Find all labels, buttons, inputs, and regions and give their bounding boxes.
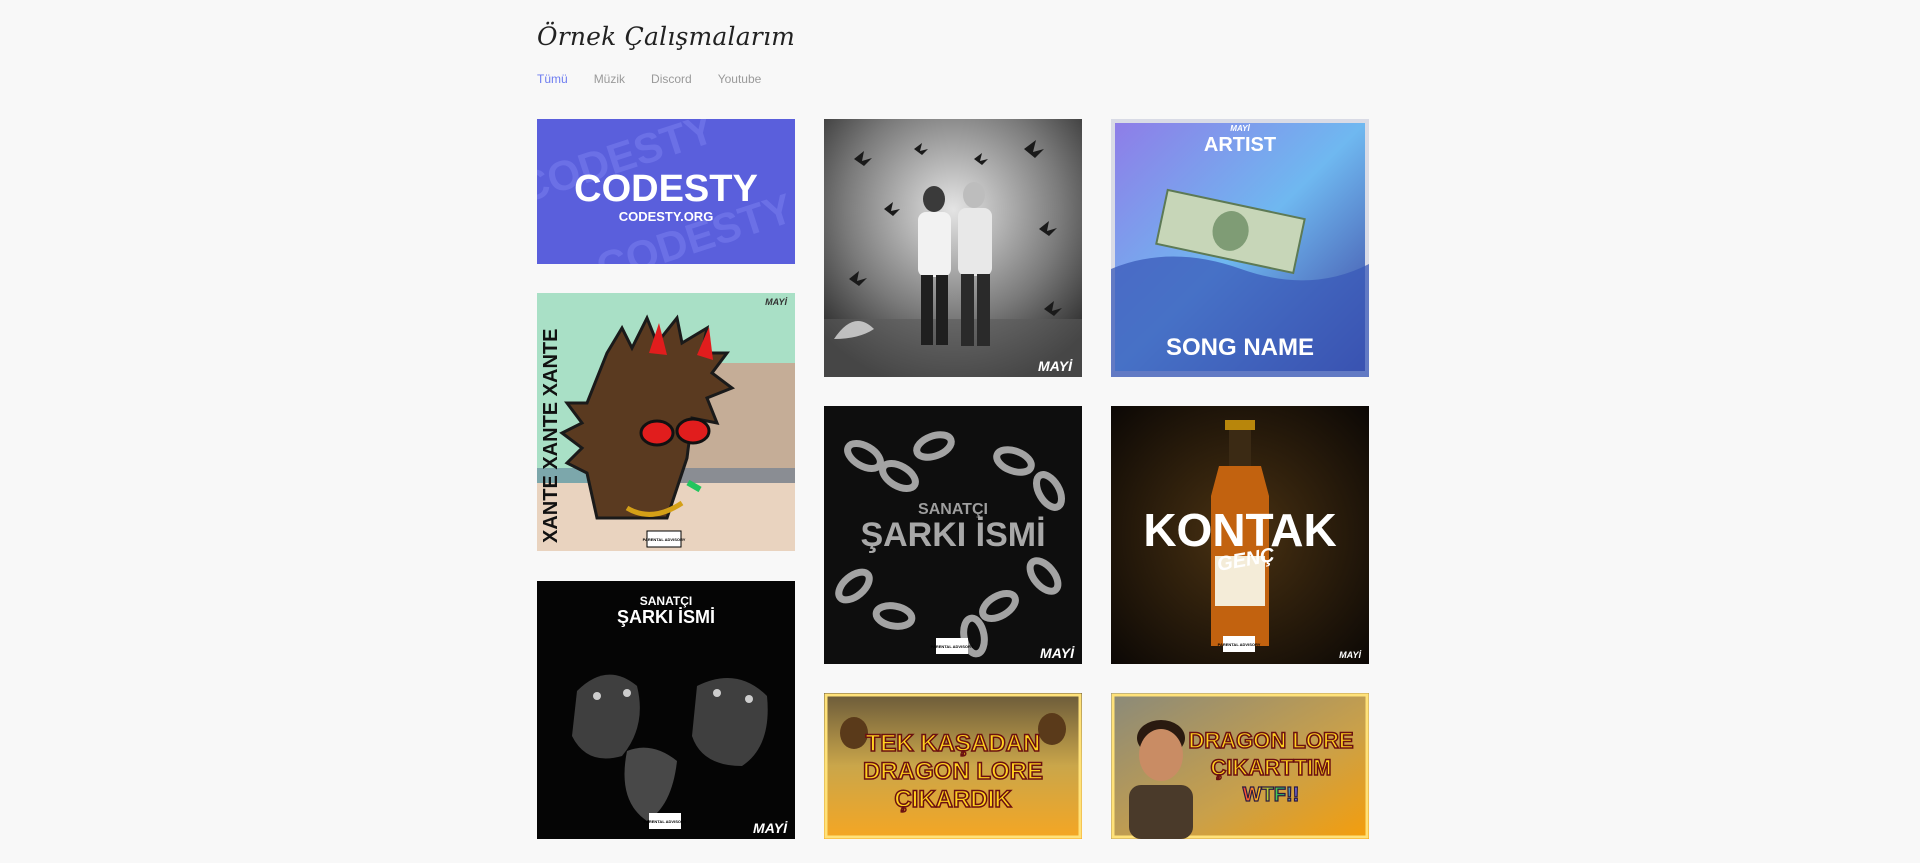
portfolio-item-artist-song[interactable]: MAYİ ARTIST SONG NAME bbox=[1111, 119, 1369, 377]
portfolio-item-kontak[interactable]: KONTAK GENÇ PARENTAL ADVISORY MAYİ bbox=[1111, 406, 1369, 664]
portfolio-item-tek-kasadan[interactable]: TEK KAŞADAN DRAGON LORE ÇIKARDIK bbox=[824, 693, 1082, 839]
kontak-parental-advisory: PARENTAL ADVISORY bbox=[1218, 642, 1261, 647]
codesty-title: CODESTY bbox=[574, 168, 758, 210]
tek-kasadan-thumbnail: TEK KAŞADAN DRAGON LORE ÇIKARDIK bbox=[824, 693, 1082, 839]
artist-song-name: SONG NAME bbox=[1166, 334, 1314, 361]
dragon-lore-thumbnail: DRAGON LORE ÇIKARTTIM WTF!! bbox=[1111, 693, 1369, 839]
chains-parental-advisory: PARENTAL ADVISORY bbox=[931, 644, 974, 649]
xante-signature: MAYİ bbox=[765, 297, 787, 307]
artist-cover-image: MAYİ ARTIST SONG NAME bbox=[1111, 119, 1369, 377]
filter-discord[interactable]: Discord bbox=[651, 72, 692, 86]
dragon-line2: ÇIKARTTIM bbox=[1211, 755, 1332, 780]
kontak-cover-image: KONTAK GENÇ PARENTAL ADVISORY MAYİ bbox=[1111, 406, 1369, 664]
dragon-line1: DRAGON LORE bbox=[1189, 728, 1354, 753]
dogs-parental-advisory: PARENTAL ADVISORY bbox=[644, 819, 687, 824]
artist-name: ARTIST bbox=[1204, 134, 1276, 156]
duo-signature: MAYİ bbox=[1038, 358, 1073, 374]
chains-signature: MAYİ bbox=[1040, 645, 1075, 661]
dogs-song: ŞARKI İSMİ bbox=[617, 607, 715, 627]
artist-top-tag: MAYİ bbox=[1230, 124, 1250, 133]
filter-all[interactable]: Tümü bbox=[537, 72, 568, 86]
chains-cover-image: SANATÇI ŞARKI İSMİ PARENTAL ADVISORY MAY… bbox=[824, 406, 1082, 664]
kontak-signature: MAYİ bbox=[1339, 650, 1361, 660]
filter-tabs: Tümü Müzik Discord Youtube bbox=[537, 72, 761, 86]
dogs-artist: SANATÇI bbox=[640, 594, 692, 608]
portfolio-item-dogs[interactable]: SANATÇI ŞARKI İSMİ PARENTAL ADVISORY MAY… bbox=[537, 581, 795, 839]
codesty-subtitle: CODESTY.ORG bbox=[619, 209, 714, 224]
portfolio-item-xante[interactable]: XANTE XANTE XANTE MAYİ PARENTAL ADVISORY bbox=[537, 293, 795, 551]
tek-line2: DRAGON LORE bbox=[863, 758, 1043, 785]
xante-parental-advisory: PARENTAL ADVISORY bbox=[643, 537, 686, 542]
xante-cover-image: XANTE XANTE XANTE MAYİ PARENTAL ADVISORY bbox=[537, 293, 795, 551]
chains-song: ŞARKI İSMİ bbox=[860, 516, 1045, 554]
kontak-title: KONTAK bbox=[1143, 504, 1336, 556]
duo-cover-image: MAYİ bbox=[824, 119, 1082, 377]
codesty-banner-image: CODESTY CODESTY CODESTY CODESTY.ORG bbox=[537, 119, 795, 264]
portfolio-item-chains[interactable]: SANATÇI ŞARKI İSMİ PARENTAL ADVISORY MAY… bbox=[824, 406, 1082, 664]
tek-line3: ÇIKARDIK bbox=[894, 786, 1012, 813]
portfolio-item-dragon-lore[interactable]: DRAGON LORE ÇIKARTTIM WTF!! bbox=[1111, 693, 1369, 839]
portfolio-item-duo-butterflies[interactable]: MAYİ bbox=[824, 119, 1082, 377]
dogs-cover-image: SANATÇI ŞARKI İSMİ PARENTAL ADVISORY MAY… bbox=[537, 581, 795, 839]
page-title: Örnek Çalışmalarım bbox=[537, 22, 796, 51]
filter-music[interactable]: Müzik bbox=[594, 72, 625, 86]
portfolio-item-codesty[interactable]: CODESTY CODESTY CODESTY CODESTY.ORG bbox=[537, 119, 795, 264]
filter-youtube[interactable]: Youtube bbox=[718, 72, 762, 86]
dogs-signature: MAYİ bbox=[753, 820, 788, 836]
xante-side-text: XANTE XANTE XANTE bbox=[540, 329, 562, 543]
dragon-line3: WTF!! bbox=[1243, 784, 1300, 806]
tek-line1: TEK KAŞADAN bbox=[866, 730, 1041, 757]
